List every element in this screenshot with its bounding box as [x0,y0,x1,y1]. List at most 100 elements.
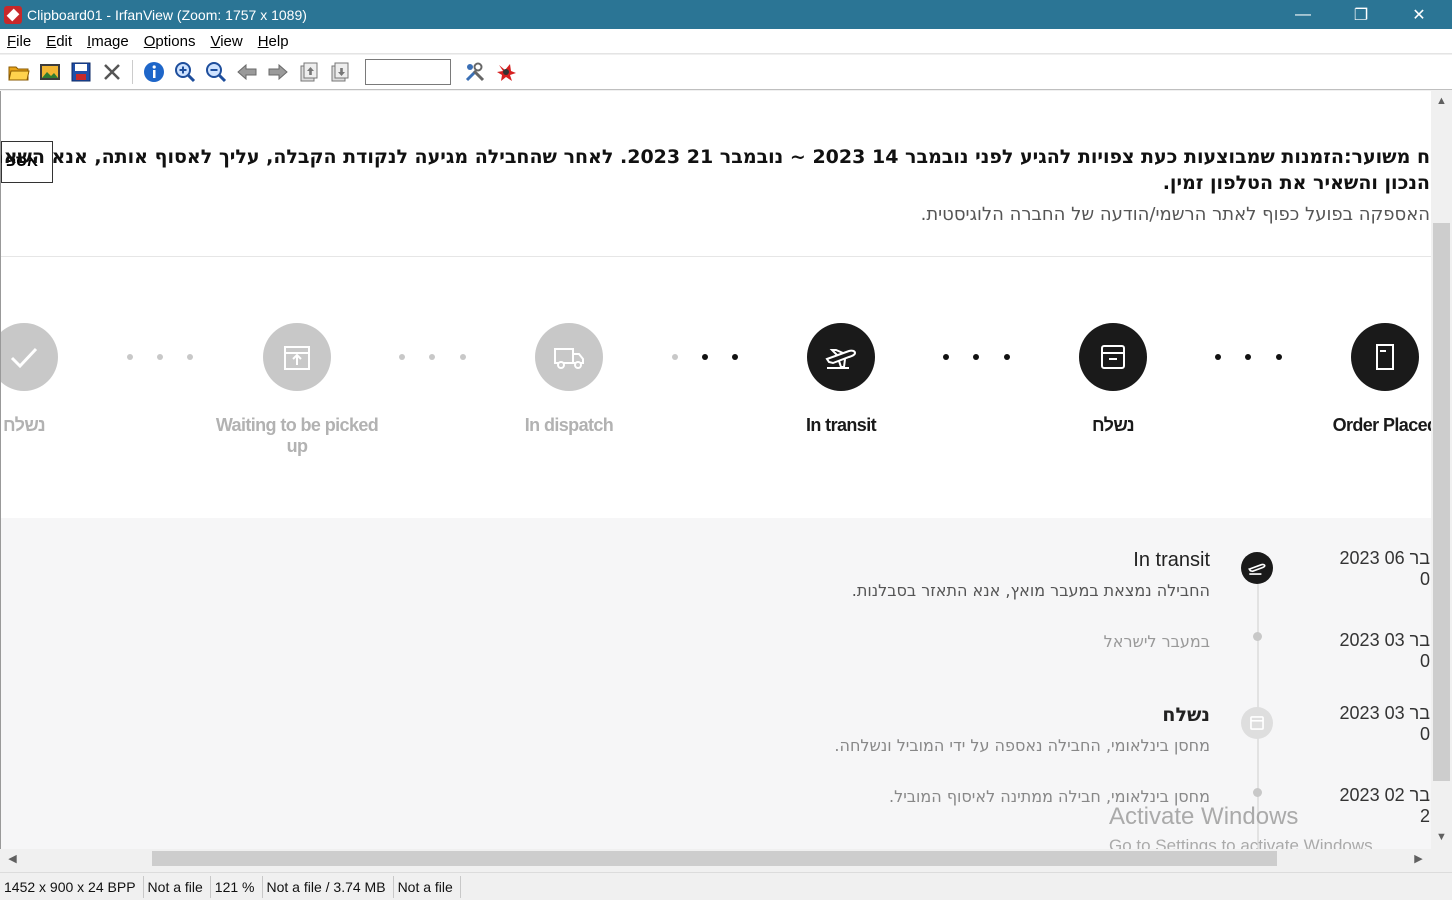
event-description: החבילה נמצאת במעבר מואץ, אנא התאזר בסבלנ… [851,581,1210,600]
box-icon [1250,716,1264,730]
progress-dot [672,354,678,360]
status-zoom: 121 % [211,875,263,898]
event-title: נשלח [1162,704,1210,726]
delete-icon[interactable] [100,60,124,84]
open-folder-icon[interactable] [7,60,31,84]
event-title: במעבר לישראל [1103,632,1210,651]
progress-dot [973,354,979,360]
step-order-placed-label: Order Placed [1332,415,1431,435]
status-image-info: 1452 x 900 x 24 BPP [0,875,144,898]
event-dot [1253,788,1262,797]
step-dispatch-circle [535,323,603,391]
check-icon [10,347,38,369]
title-bar[interactable]: Clipboard01 - IrfanView (Zoom: 1757 x 10… [0,0,1452,29]
step-waiting-label: Waiting to be picked up [215,415,379,456]
event-time: 0 [1419,724,1430,744]
event-status-icon [1241,707,1273,739]
menu-image[interactable]: Image [80,33,137,50]
progress-dot [187,354,193,360]
menu-help[interactable]: Help [251,33,297,50]
status-bar: 1452 x 900 x 24 BPP Not a file 121 % Not… [0,872,1452,900]
progress-dot [1215,354,1221,360]
progress-dot [732,354,738,360]
save-icon[interactable] [69,60,93,84]
activate-windows-subtitle: Go to Settings to activate Windows. [1109,836,1378,849]
progress-dot [460,354,466,360]
progress-dot [157,354,163,360]
horizontal-scrollbar[interactable]: ◀ ▶ [0,849,1431,868]
previous-icon[interactable] [235,60,259,84]
document-icon [1376,344,1394,370]
maximize-button[interactable]: ❐ [1332,0,1390,29]
status-date: Not a file [394,875,461,898]
scroll-right-arrow[interactable]: ▶ [1408,852,1429,865]
progress-dot [943,354,949,360]
status-file: Not a file [144,875,211,898]
page-up-icon[interactable] [297,60,321,84]
vertical-scroll-thumb[interactable] [1433,223,1450,781]
slideshow-icon[interactable] [38,60,62,84]
step-shipped-circle [1079,323,1147,391]
zoom-out-icon[interactable] [204,60,228,84]
activate-windows-title: Activate Windows [1109,803,1299,830]
step-delivered-label: נשלח [2,415,46,435]
step-transit-circle [807,323,875,391]
event-status-icon [1241,552,1273,584]
scroll-left-arrow[interactable]: ◀ [2,852,23,865]
step-shipped-label: נשלח [1091,415,1135,435]
window-title: Clipboard01 - IrfanView (Zoom: 1757 x 10… [27,6,307,23]
scroll-down-arrow[interactable]: ▼ [1431,831,1452,843]
notice-line-1: ח משוער:הזמנות שמבוצעות כעת צפויות להגיע… [1,146,1430,168]
irfanview-logo-icon[interactable] [494,60,518,84]
step-order-placed-circle [1351,323,1419,391]
step-dispatch-label: In dispatch [524,415,614,435]
tracking-timeline: 2023 06 בר 0 In transit החבילה נמצאת במע… [1,518,1431,849]
progress-dot [429,354,435,360]
menu-edit[interactable]: Edit [39,33,80,50]
scrollbar-corner [1431,849,1452,868]
event-date: 2023 02 בר [1339,785,1430,805]
toolbar-separator [132,60,133,84]
vertical-scrollbar[interactable]: ▲ ▼ [1431,91,1452,849]
delivery-notice: אספ ח משוער:הזמנות שמבוצעות כעת צפויות ל… [1,91,1431,257]
info-icon[interactable] [142,60,166,84]
page-number-input[interactable] [365,59,451,85]
progress-dot [127,354,133,360]
next-icon[interactable] [266,60,290,84]
event-time: 0 [1419,569,1430,589]
airplane-icon [825,349,857,369]
shipment-progress: נשלח Waiting to be picked up In dispatch… [1,257,1431,518]
irfanview-app-icon[interactable] [4,5,22,24]
step-transit-label: In transit [805,415,877,435]
image-viewport[interactable]: אספ ח משוער:הזמנות שמבוצעות כעת צפויות ל… [0,91,1431,849]
notice-line-2: הנכון והשאיר את הטלפון זמין. [1162,172,1430,194]
menu-file[interactable]: File [0,33,39,50]
progress-dot [1245,354,1251,360]
menu-options[interactable]: Options [137,33,204,50]
page-down-icon[interactable] [328,60,352,84]
progress-dot [399,354,405,360]
event-description: מחסן בינלאומי, החבילה נאספה על ידי המובי… [834,736,1210,755]
event-title: In transit [1133,549,1210,571]
package-icon [284,346,310,370]
toolbar [0,55,1452,90]
minimize-button[interactable]: — [1274,0,1332,29]
menu-view[interactable]: View [203,33,250,50]
status-file-size: Not a file / 3.74 MB [263,875,394,898]
scroll-up-arrow[interactable]: ▲ [1431,95,1452,107]
truck-icon [554,348,584,369]
event-date: 2023 03 בר [1339,703,1430,723]
progress-dot [1004,354,1010,360]
settings-icon[interactable] [463,60,487,84]
menu-bar: File Edit Image Options View Help [0,29,1452,54]
zoom-in-icon[interactable] [173,60,197,84]
horizontal-scroll-thumb[interactable] [152,851,1277,866]
airplane-icon [1248,563,1266,575]
notice-line-3: האספקה בפועל כפוף לאתר הרשמי/הודעה של הח… [920,204,1430,225]
box-icon [1101,345,1125,369]
step-delivered-circle [1,323,58,391]
close-button[interactable]: ✕ [1390,0,1448,29]
event-time: 0 [1419,651,1430,671]
event-time: 2 [1419,806,1430,826]
progress-dot [702,354,708,360]
